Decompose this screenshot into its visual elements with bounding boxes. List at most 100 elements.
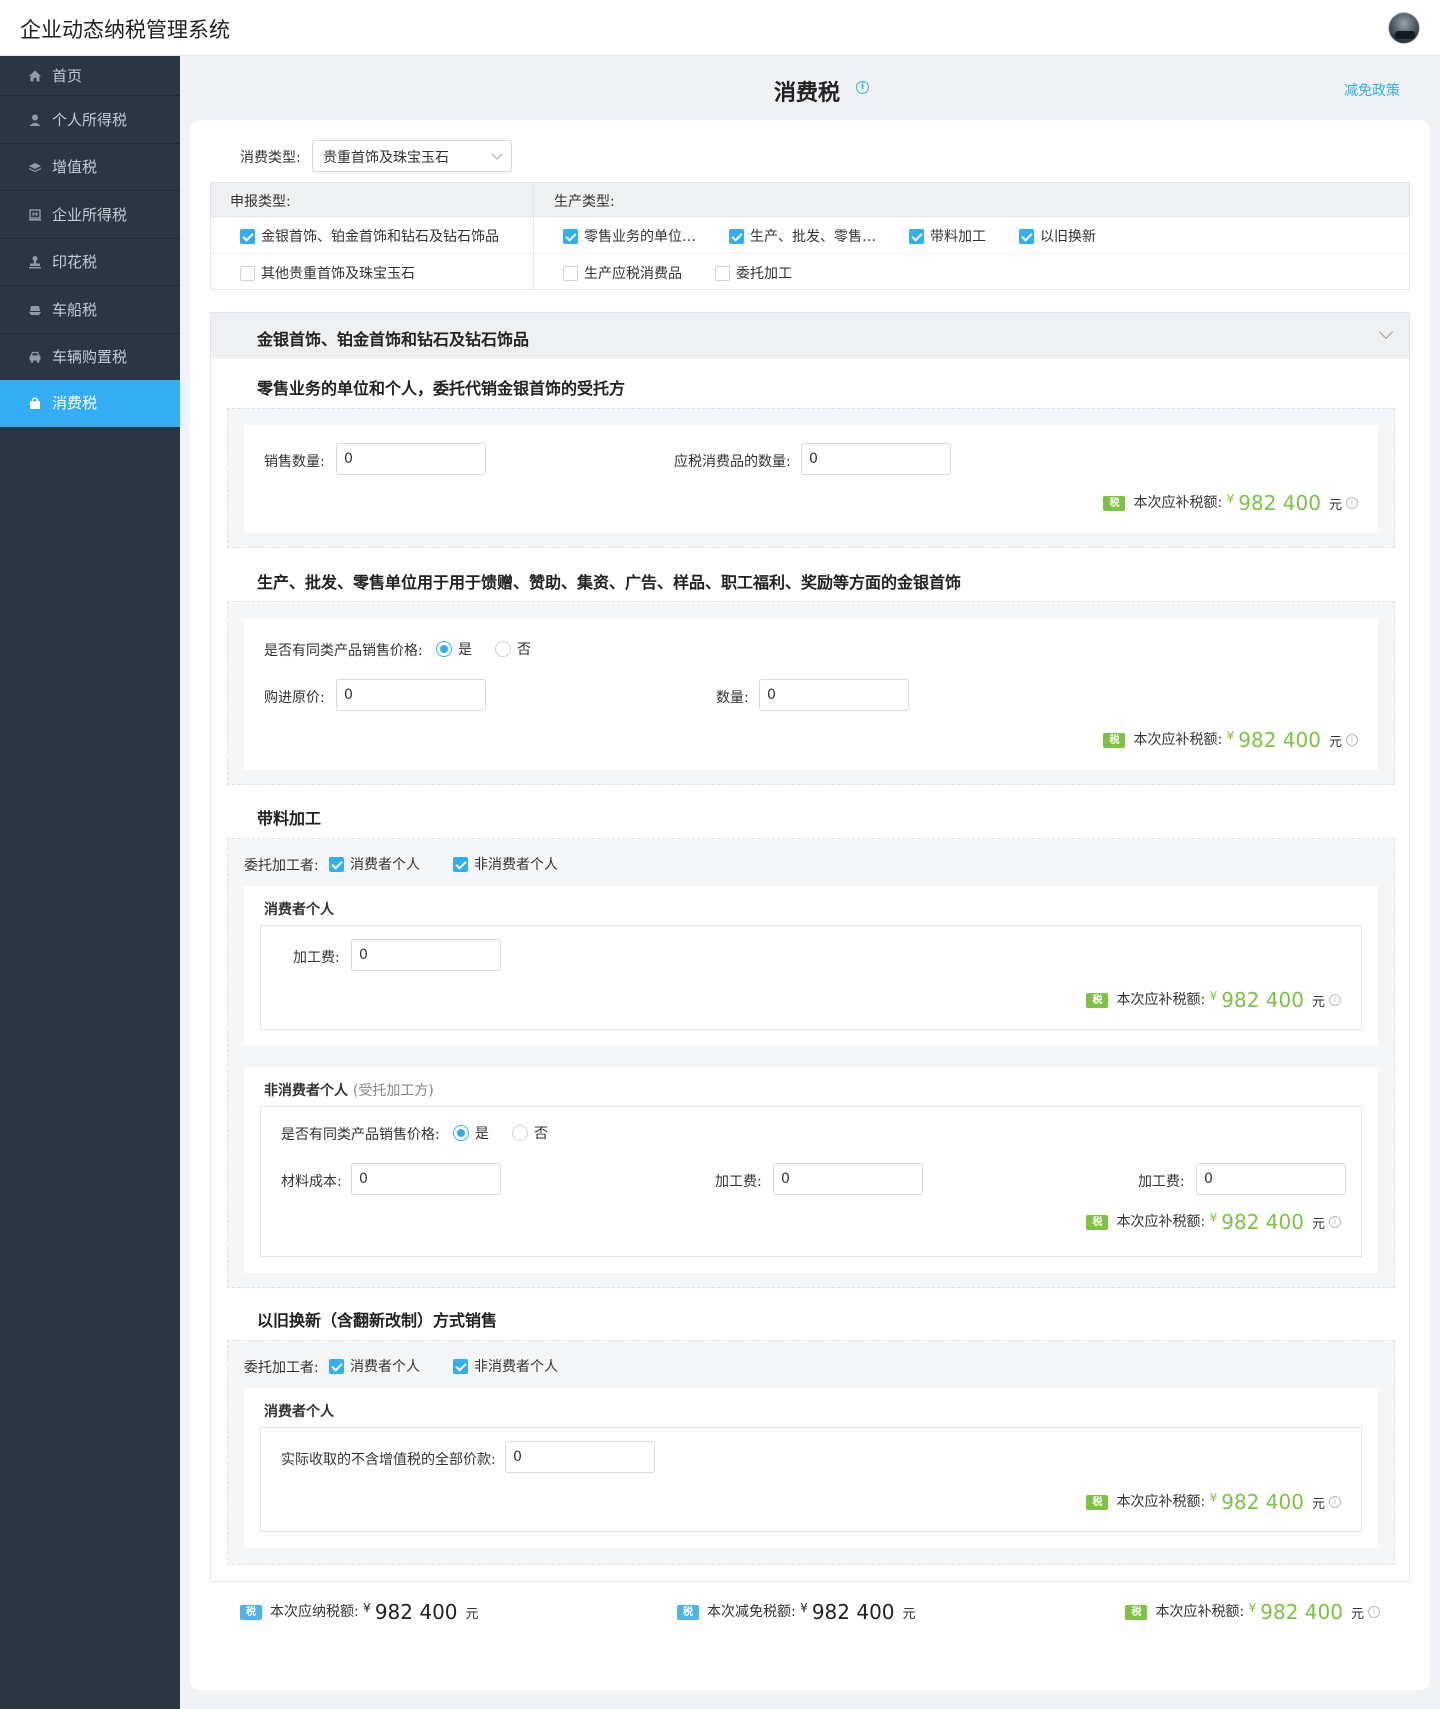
sidebar-item-label: 增值税 (52, 158, 98, 177)
radio[interactable] (512, 1125, 528, 1141)
tax-badge-icon: 税 (1086, 1214, 1109, 1230)
consignor-non-consumer-checkbox[interactable]: 非消费者个人 (453, 854, 558, 874)
production-option-material-processing[interactable]: 带料加工 (909, 226, 986, 246)
checkbox-checked[interactable] (453, 1358, 468, 1374)
same-price-label: 是否有同类产品销售价格: (264, 643, 423, 659)
material-cost-input[interactable] (351, 1163, 501, 1195)
tax-amount: 税本次应补税额: ¥982 400 元 i (1086, 988, 1341, 1012)
sidebar-item-label: 企业所得税 (52, 205, 128, 224)
sidebar-item-corporate-income-tax[interactable]: 企业所得税 (0, 191, 180, 239)
checkbox-checked[interactable] (329, 856, 344, 872)
sales-qty-input[interactable] (336, 443, 486, 475)
info-icon[interactable]: i (856, 81, 869, 94)
declaration-table-header (211, 183, 1409, 217)
sidebar-item-label: 消费税 (52, 394, 98, 413)
checkbox-checked[interactable] (729, 228, 744, 244)
tax-badge-icon: 税 (1086, 1494, 1109, 1510)
sidebar-item-label: 车辆购置税 (52, 348, 128, 367)
car-icon (29, 351, 41, 363)
non-consumer-title: 非消费者个人 (受托加工方) (264, 1083, 434, 1099)
declare-type-label: 申报类型: (230, 194, 291, 210)
info-icon[interactable]: i (1346, 497, 1358, 509)
sidebar-item-home[interactable]: 首页 (0, 56, 180, 96)
tax-badge-icon: 税 (1103, 495, 1126, 511)
actual-price-input[interactable] (505, 1441, 655, 1473)
declaration-table: 申报类型: 生产类型: 金银首饰、铂金首饰和钻石及钻石饰品 其他贵重首饰及珠宝玉… (210, 182, 1410, 290)
sidebar-item-consumption-tax[interactable]: 消费税 (0, 380, 180, 427)
processing-fee-input[interactable] (351, 939, 501, 971)
panel-header[interactable]: 金银首饰、铂金首饰和钻石及钻石饰品 (211, 313, 1409, 359)
checkbox-checked[interactable] (909, 228, 924, 244)
user-avatar[interactable] (1388, 12, 1420, 44)
info-icon[interactable]: i (1329, 994, 1341, 1006)
sidebar-item-personal-income-tax[interactable]: 个人所得税 (0, 96, 180, 144)
production-option-trade-in[interactable]: 以旧换新 (1019, 226, 1096, 246)
production-option-commissioned[interactable]: 委托加工 (715, 263, 792, 283)
sidebar-item-label: 个人所得税 (52, 110, 128, 129)
section-material-processing-box: 委托加工者: 消费者个人 非消费者个人 消费者个人 加工费: 税本次应补税额: … (227, 838, 1395, 1288)
sidebar: 首页 个人所得税 增值税 企业所得税 印花税 车船税 车辆购置税 消费税 (0, 56, 180, 1709)
sidebar-item-label: 车船税 (52, 300, 98, 319)
production-type-label: 生产类型: (554, 194, 615, 210)
home-icon (29, 70, 41, 81)
radio-yes[interactable]: 是 (436, 639, 472, 659)
radio[interactable] (495, 641, 511, 657)
top-bar: 企业动态纳税管理系统 (0, 0, 1440, 56)
policy-link[interactable]: 减免政策 (1344, 80, 1400, 100)
consignor-consumer-checkbox[interactable]: 消费者个人 (329, 854, 420, 874)
production-option-taxable-goods[interactable]: 生产应税消费品 (563, 263, 682, 283)
tax-badge-icon: 税 (1125, 1604, 1148, 1620)
sidebar-item-vehicle-vessel-tax[interactable]: 车船税 (0, 286, 180, 334)
declare-option-other-jewelry[interactable]: 其他贵重首饰及珠宝玉石 (240, 263, 415, 283)
same-price-label: 是否有同类产品销售价格: (281, 1127, 440, 1143)
chevron-down-icon[interactable] (1378, 324, 1394, 340)
processing-fee-2-label: 加工费: (1138, 1174, 1185, 1190)
boat-icon (29, 305, 41, 315)
qty-input[interactable] (759, 679, 909, 711)
consignor-non-consumer-checkbox[interactable]: 非消费者个人 (453, 1356, 558, 1376)
panel-title: 金银首饰、铂金首饰和钻石及钻石饰品 (257, 330, 530, 349)
consignor-consumer-checkbox[interactable]: 消费者个人 (329, 1356, 420, 1376)
tax-badge-icon: 税 (1103, 732, 1126, 748)
sidebar-item-stamp-tax[interactable]: 印花税 (0, 239, 180, 286)
sidebar-item-label: 首页 (52, 66, 83, 85)
info-icon[interactable]: i (1368, 1606, 1380, 1618)
radio-selected[interactable] (453, 1125, 469, 1141)
taxable-qty-input[interactable] (801, 443, 951, 475)
page-title: 消费税 (774, 81, 841, 106)
info-icon[interactable]: i (1346, 734, 1358, 746)
radio-no[interactable]: 否 (512, 1123, 548, 1143)
checkbox-checked[interactable] (329, 1358, 344, 1374)
consume-type-value: 贵重首饰及珠宝玉石 (323, 150, 449, 166)
sidebar-item-vehicle-purchase-tax[interactable]: 车辆购置税 (0, 334, 180, 381)
purchase-price-input[interactable] (336, 679, 486, 711)
processing-fee-input[interactable] (773, 1163, 923, 1195)
production-option-wholesale[interactable]: 生产、批发、零售… (729, 226, 876, 246)
production-option-retail[interactable]: 零售业务的单位… (563, 226, 696, 246)
radio-yes[interactable]: 是 (453, 1123, 489, 1143)
processing-fee-2-input[interactable] (1196, 1163, 1346, 1195)
tax-badge-icon: 税 (1086, 992, 1109, 1008)
info-icon[interactable]: i (1329, 1496, 1341, 1508)
processing-fee-label: 加工费: (293, 950, 340, 966)
sidebar-item-vat[interactable]: 增值税 (0, 144, 180, 191)
checkbox[interactable] (563, 265, 578, 281)
checkbox[interactable] (715, 265, 730, 281)
bag-icon (30, 397, 40, 409)
radio-no[interactable]: 否 (495, 639, 531, 659)
actual-price-label: 实际收取的不含增值税的全部价款: (281, 1452, 496, 1468)
checkbox-checked[interactable] (1019, 228, 1034, 244)
section-retail-title: 零售业务的单位和个人，委托代销金银首饰的受托方 (257, 379, 626, 398)
checkbox-checked[interactable] (453, 856, 468, 872)
checkbox[interactable] (240, 265, 255, 281)
section-trade-in-box: 委托加工者: 消费者个人 非消费者个人 消费者个人 实际收取的不含增值税的全部价… (227, 1340, 1395, 1565)
checkbox-checked[interactable] (563, 228, 578, 244)
checkbox-checked[interactable] (240, 228, 255, 244)
consume-type-label: 消费类型: (240, 150, 301, 166)
section-gift-box: 是否有同类产品销售价格: 是 否 购进原价: 数量: 税本次应补税额: ¥982… (227, 601, 1395, 785)
consume-type-select[interactable]: 贵重首饰及珠宝玉石 (312, 140, 512, 172)
declare-option-gold-diamond[interactable]: 金银首饰、铂金首饰和钻石及钻石饰品 (240, 226, 499, 246)
info-icon[interactable]: i (1329, 1216, 1341, 1228)
consumer-title: 消费者个人 (264, 902, 334, 918)
radio-selected[interactable] (436, 641, 452, 657)
